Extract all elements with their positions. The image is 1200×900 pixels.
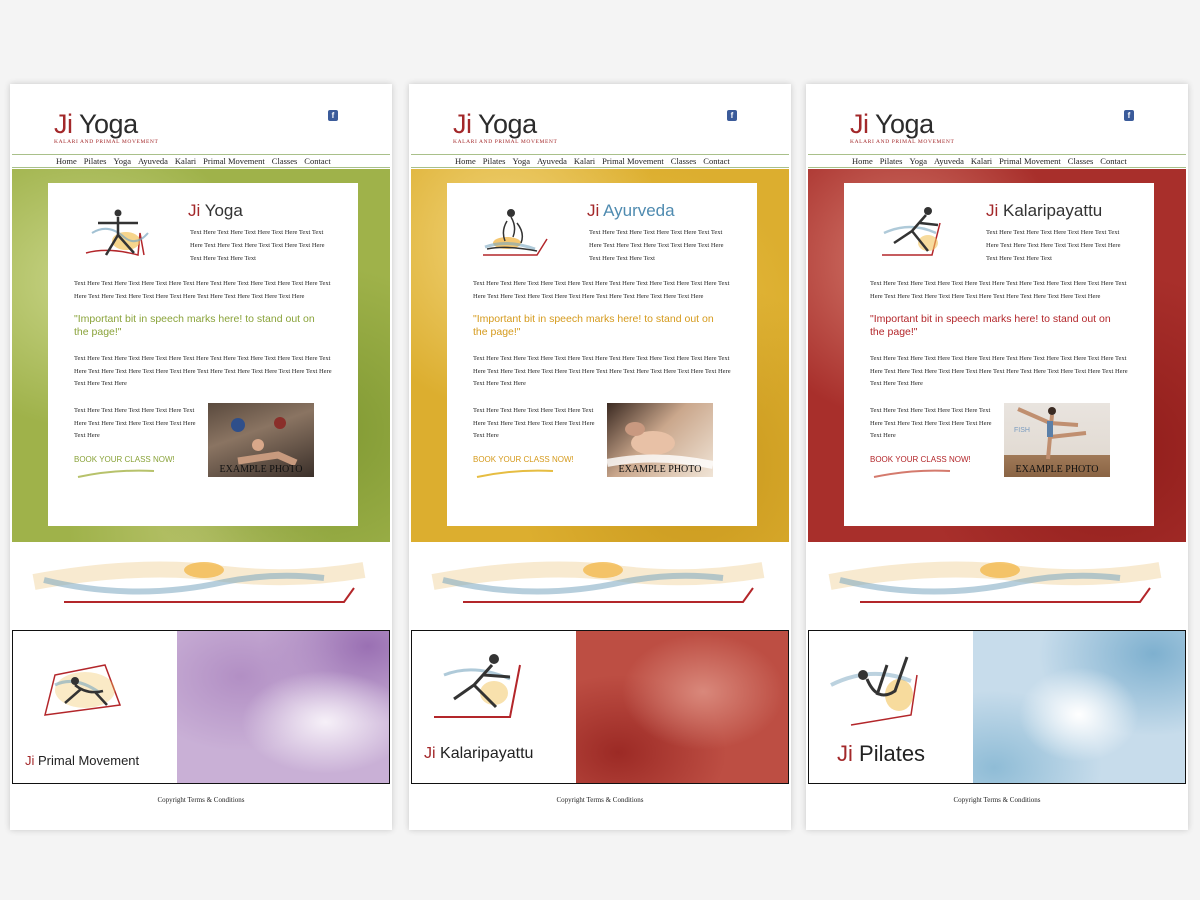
promo-title: Ji Pilates bbox=[837, 741, 926, 766]
nav-pilates[interactable]: Pilates bbox=[483, 155, 506, 167]
nav-home[interactable]: Home bbox=[455, 155, 476, 167]
nav-yoga[interactable]: Yoga bbox=[909, 155, 927, 167]
website-mockup-kalaripayattu: Ji Yoga Kalari and primal movement f Hom… bbox=[806, 84, 1188, 830]
body-paragraph-2: Text Here Text Here Text Here Text Here … bbox=[74, 355, 332, 387]
hero-watercolor-background: Ji Yoga Text Here Text Here Text Here Te… bbox=[12, 169, 390, 542]
nav-contact[interactable]: Contact bbox=[1100, 155, 1126, 167]
photo-sign-text: FISH bbox=[1014, 427, 1030, 434]
body-paragraph-2: Text Here Text Here Text Here Text Here … bbox=[870, 355, 1128, 387]
main-nav: Home Pilates Yoga Ayuveda Kalari Primal … bbox=[12, 154, 390, 168]
example-photo: FISH EXAMPLE PHOTO bbox=[1004, 403, 1110, 477]
watercolor-brush-banner bbox=[828, 561, 1162, 603]
pull-quote: "Important bit in speech marks here! to … bbox=[74, 313, 315, 338]
footer-copyright[interactable]: Copyright Terms & Conditions bbox=[10, 796, 392, 804]
promo-banner[interactable]: Ji Kalaripayattu bbox=[411, 630, 789, 784]
pull-quote: "Important bit in speech marks here! to … bbox=[473, 313, 714, 338]
intro-text: Text Here Text Here Text Here Text Here … bbox=[589, 229, 724, 262]
nav-classes[interactable]: Classes bbox=[272, 155, 298, 167]
body-paragraph-3: Text Here Text Here Text Here Text Here … bbox=[74, 407, 196, 439]
nav-yoga[interactable]: Yoga bbox=[113, 155, 131, 167]
body-paragraph-2: Text Here Text Here Text Here Text Here … bbox=[473, 355, 731, 387]
massage-illustration bbox=[483, 209, 548, 256]
facebook-icon[interactable]: f bbox=[328, 110, 338, 121]
footer-copyright[interactable]: Copyright Terms & Conditions bbox=[409, 796, 791, 804]
brush-stroke bbox=[873, 469, 951, 478]
main-nav: Home Pilates Yoga Ayuveda Kalari Primal … bbox=[808, 154, 1186, 168]
nav-kalari[interactable]: Kalari bbox=[574, 155, 595, 167]
pull-quote: "Important bit in speech marks here! to … bbox=[870, 313, 1111, 338]
primal-movement-illustration bbox=[44, 664, 122, 716]
footer-copyright[interactable]: Copyright Terms & Conditions bbox=[806, 796, 1188, 804]
body-paragraph-1: Text Here Text Here Text Here Text Here … bbox=[473, 280, 730, 300]
card-title: Ji Kalaripayattu bbox=[986, 201, 1103, 220]
watercolor-brush-banner bbox=[32, 561, 366, 603]
card-title: Ji Yoga bbox=[188, 201, 243, 220]
website-mockup-ayurveda: Ji Yoga Kalari and primal movement f Hom… bbox=[409, 84, 791, 830]
intro-text: Text Here Text Here Text Here Text Here … bbox=[190, 229, 325, 262]
book-class-link[interactable]: BOOK YOUR CLASS NOW! bbox=[870, 455, 971, 464]
photo-caption: EXAMPLE PHOTO bbox=[219, 464, 303, 475]
promo-banner[interactable]: Ji Primal Movement bbox=[12, 630, 390, 784]
book-class-link[interactable]: BOOK YOUR CLASS NOW! bbox=[473, 455, 574, 464]
site-logo[interactable]: Ji Yoga Kalari and primal movement bbox=[453, 110, 557, 145]
nav-yoga[interactable]: Yoga bbox=[512, 155, 530, 167]
nav-kalari[interactable]: Kalari bbox=[175, 155, 196, 167]
content-card: Ji Ayurveda Text Here Text Here Text Her… bbox=[447, 183, 757, 526]
hero-watercolor-background: Ji Kalaripayattu Text Here Text Here Tex… bbox=[808, 169, 1186, 542]
nav-contact[interactable]: Contact bbox=[304, 155, 330, 167]
site-logo[interactable]: Ji Yoga Kalari and primal movement bbox=[54, 110, 158, 145]
kalaripayattu-pose-illustration bbox=[882, 207, 941, 256]
nav-primal-movement[interactable]: Primal Movement bbox=[203, 155, 265, 167]
nav-contact[interactable]: Contact bbox=[703, 155, 729, 167]
nav-ayuveda[interactable]: Ayuveda bbox=[138, 155, 168, 167]
nav-pilates[interactable]: Pilates bbox=[880, 155, 903, 167]
promo-title: Ji Primal Movement bbox=[25, 753, 140, 768]
promo-banner[interactable]: Ji Pilates bbox=[808, 630, 1186, 784]
nav-primal-movement[interactable]: Primal Movement bbox=[999, 155, 1061, 167]
body-paragraph-1: Text Here Text Here Text Here Text Here … bbox=[870, 280, 1127, 300]
nav-classes[interactable]: Classes bbox=[1068, 155, 1094, 167]
kalaripayattu-illustration bbox=[434, 654, 521, 718]
logo-tagline: Kalari and primal movement bbox=[54, 139, 159, 145]
website-mockup-yoga: Ji Yoga Kalari and primal movement f Hom… bbox=[10, 84, 392, 830]
logo-tagline: Kalari and primal movement bbox=[453, 139, 558, 145]
photo-caption: EXAMPLE PHOTO bbox=[1015, 464, 1099, 475]
promo-watercolor bbox=[973, 631, 1185, 783]
brush-stroke bbox=[476, 469, 554, 478]
example-photo: EXAMPLE PHOTO bbox=[607, 403, 713, 477]
nav-pilates[interactable]: Pilates bbox=[84, 155, 107, 167]
nav-home[interactable]: Home bbox=[56, 155, 77, 167]
site-logo[interactable]: Ji Yoga Kalari and primal movement bbox=[850, 110, 954, 145]
book-class-link[interactable]: BOOK YOUR CLASS NOW! bbox=[74, 455, 175, 464]
logo-tagline: Kalari and primal movement bbox=[850, 139, 955, 145]
nav-primal-movement[interactable]: Primal Movement bbox=[602, 155, 664, 167]
hero-watercolor-background: Ji Ayurveda Text Here Text Here Text Her… bbox=[411, 169, 789, 542]
promo-title: Ji Kalaripayattu bbox=[424, 745, 534, 762]
intro-text: Text Here Text Here Text Here Text Here … bbox=[986, 229, 1121, 262]
body-paragraph-1: Text Here Text Here Text Here Text Here … bbox=[74, 280, 331, 300]
content-card: Ji Kalaripayattu Text Here Text Here Tex… bbox=[844, 183, 1154, 526]
main-nav: Home Pilates Yoga Ayuveda Kalari Primal … bbox=[411, 154, 789, 168]
nav-kalari[interactable]: Kalari bbox=[971, 155, 992, 167]
promo-watercolor bbox=[576, 631, 788, 783]
facebook-icon[interactable]: f bbox=[727, 110, 737, 121]
promo-watercolor bbox=[177, 631, 389, 783]
card-title: Ji Ayurveda bbox=[587, 201, 675, 220]
body-paragraph-3: Text Here Text Here Text Here Text Here … bbox=[870, 407, 992, 439]
body-paragraph-3: Text Here Text Here Text Here Text Here … bbox=[473, 407, 595, 439]
nav-home[interactable]: Home bbox=[852, 155, 873, 167]
photo-caption: EXAMPLE PHOTO bbox=[618, 464, 702, 475]
facebook-icon[interactable]: f bbox=[1124, 110, 1134, 121]
brush-stroke bbox=[77, 469, 155, 478]
yoga-warrior-illustration bbox=[85, 209, 149, 256]
content-card: Ji Yoga Text Here Text Here Text Here Te… bbox=[48, 183, 358, 526]
nav-classes[interactable]: Classes bbox=[671, 155, 697, 167]
watercolor-brush-banner bbox=[431, 561, 765, 603]
example-photo: EXAMPLE PHOTO bbox=[208, 403, 314, 477]
nav-ayuveda[interactable]: Ayuveda bbox=[537, 155, 567, 167]
pilates-illustration bbox=[830, 656, 918, 726]
nav-ayuveda[interactable]: Ayuveda bbox=[934, 155, 964, 167]
